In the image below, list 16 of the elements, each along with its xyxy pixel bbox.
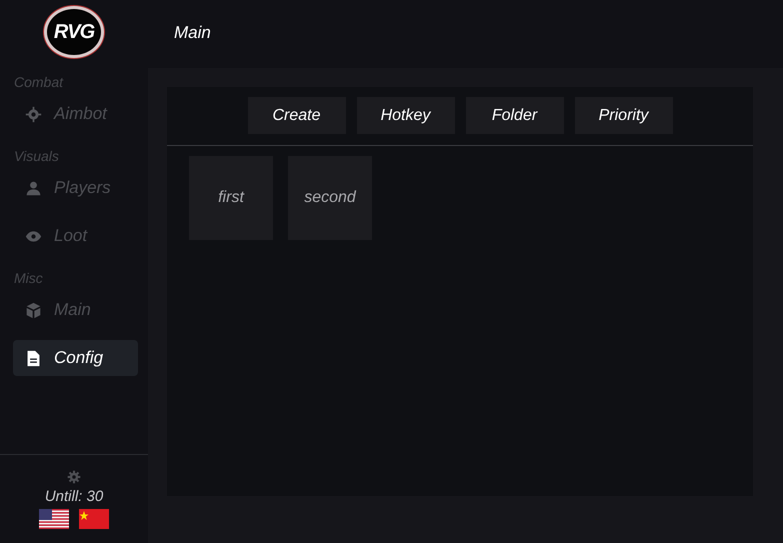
crosshair-icon [25,106,42,122]
toolbar-button[interactable]: Folder [466,97,564,134]
toolbar-button[interactable]: Hotkey [356,97,454,134]
page-title: Main [174,23,211,43]
toolbar-button[interactable]: Create [248,97,346,134]
flag-icon[interactable] [39,509,69,529]
sidebar-item[interactable]: Config [13,340,138,376]
logo: RVG [44,6,104,58]
config-tile[interactable]: second [288,156,372,240]
cube-icon [25,302,42,318]
document-icon [25,350,42,366]
person-icon [25,180,42,196]
config-tile[interactable]: first [189,156,273,240]
toolbar-button[interactable]: Priority [574,97,672,134]
expiry-text: Untill: 30 [44,488,104,505]
settings-icon[interactable] [67,470,81,484]
